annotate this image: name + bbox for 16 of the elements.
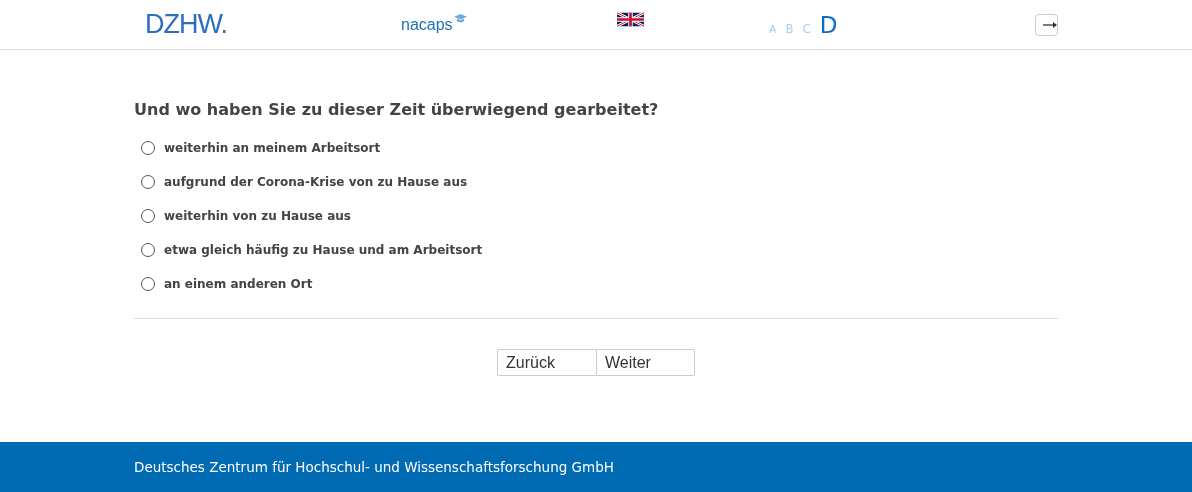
question-text: Und wo haben Sie zu dieser Zeit überwiegend gearbeitet? [134, 100, 660, 119]
option-label[interactable]: aufgrund der Corona-Krise von zu Hause aus [164, 175, 468, 189]
nav-button[interactable]: Weiter [596, 349, 695, 376]
arrow-icon [1043, 20, 1057, 29]
uk-flag-icon[interactable] [617, 10, 644, 29]
logout-button[interactable] [1035, 13, 1058, 36]
dzhw-logo: DZHW. [145, 9, 228, 40]
option-label[interactable]: weiterhin von zu Hause aus [164, 209, 351, 223]
nav-button[interactable]: Zurück [497, 349, 596, 376]
option-label[interactable]: etwa gleich häufig zu Hause und am Arbeitsort [164, 243, 483, 257]
nacaps-logo: nacaps [401, 15, 468, 34]
option-label[interactable]: weiterhin an meinem Arbeitsort [164, 141, 381, 155]
graduation-cap-icon [452, 12, 468, 24]
font-size-button[interactable]: D [819, 11, 838, 38]
footer-text: Deutsches Zentrum für Hochschul- und Wissenschaftsforschung GmbH [134, 459, 614, 475]
option-label[interactable]: an einem anderen Ort [164, 277, 313, 291]
